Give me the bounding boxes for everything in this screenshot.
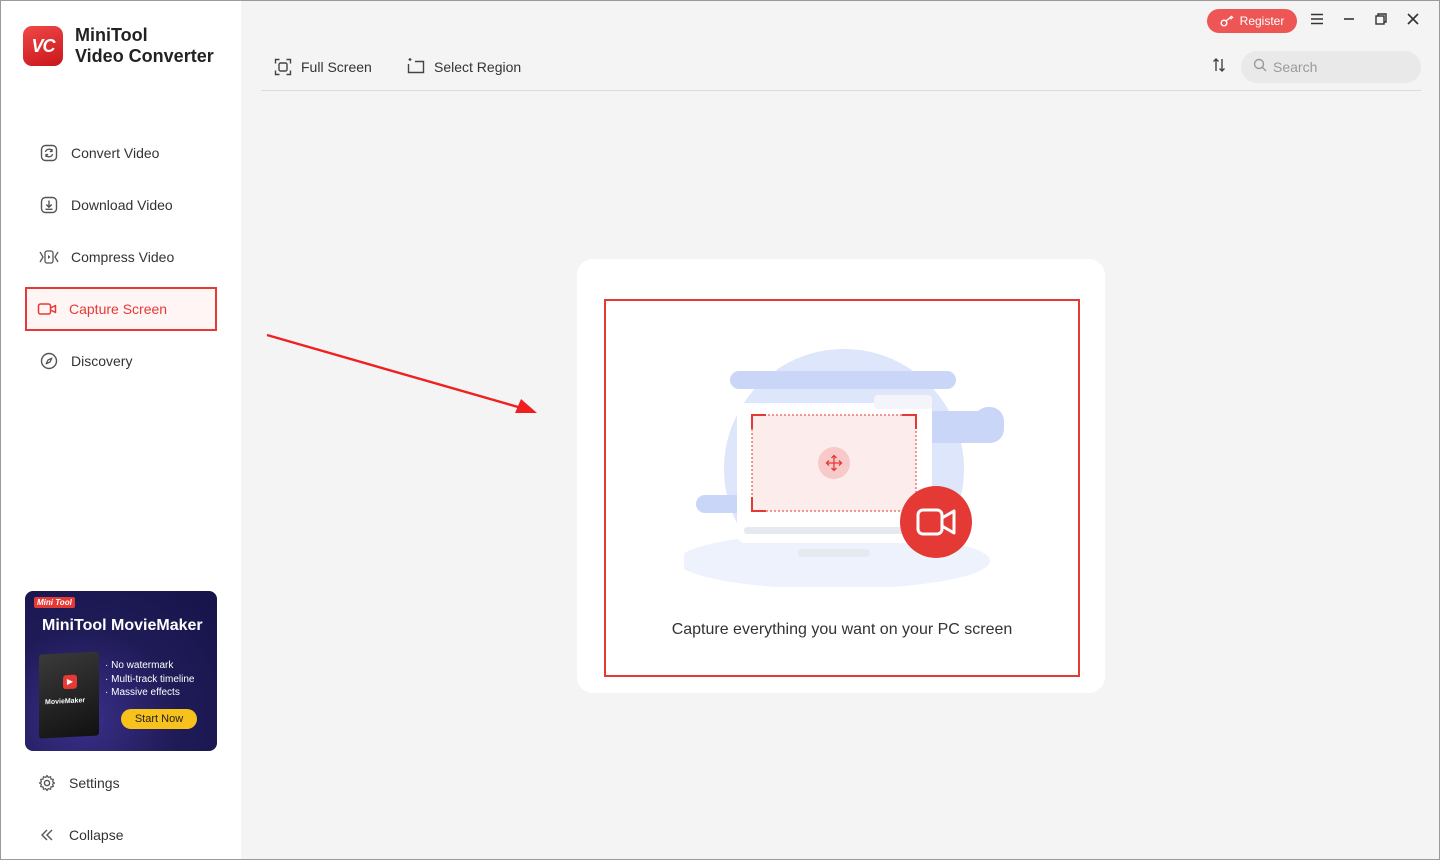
- sidebar-item-convert-video[interactable]: Convert Video: [25, 131, 217, 175]
- double-chevron-left-icon: [37, 825, 57, 845]
- sidebar-nav: Convert Video Download Video Compress Vi…: [25, 131, 217, 391]
- app-window: VC MiniTool Video Converter Convert Vide…: [0, 0, 1440, 860]
- gear-icon: [37, 773, 57, 793]
- capture-illustration: [684, 349, 1004, 587]
- collapse-label: Collapse: [69, 827, 124, 843]
- sort-button[interactable]: [1209, 57, 1229, 77]
- sidebar-item-download-video[interactable]: Download Video: [25, 183, 217, 227]
- app-name: MiniTool Video Converter: [75, 25, 214, 67]
- select-region-button[interactable]: Select Region: [406, 57, 521, 77]
- capture-area[interactable]: Capture everything you want on your PC s…: [604, 299, 1080, 677]
- sidebar-item-label: Download Video: [71, 197, 173, 213]
- sidebar-item-compress-video[interactable]: Compress Video: [25, 235, 217, 279]
- sort-arrows-icon: [1212, 57, 1226, 78]
- app-logo: VC: [23, 26, 63, 66]
- promo-feature: · No watermark: [105, 660, 174, 671]
- fullscreen-icon: [273, 57, 293, 77]
- minimize-button[interactable]: [1339, 11, 1359, 31]
- menu-button[interactable]: [1307, 11, 1327, 31]
- search-box[interactable]: [1241, 51, 1421, 83]
- hamburger-icon: [1310, 12, 1324, 30]
- restore-button[interactable]: [1371, 11, 1391, 31]
- search-input[interactable]: [1273, 59, 1403, 75]
- collapse-button[interactable]: Collapse: [37, 825, 123, 845]
- download-icon: [39, 195, 59, 215]
- convert-icon: [39, 143, 59, 163]
- moviemaker-logo-icon: ▶: [63, 674, 77, 690]
- compress-icon: [39, 247, 59, 267]
- register-label: Register: [1239, 14, 1285, 28]
- product-box-image: ▶ MovieMaker: [39, 651, 99, 739]
- select-region-icon: [406, 57, 426, 77]
- capture-caption: Capture everything you want on your PC s…: [671, 621, 1013, 638]
- promo-banner[interactable]: Mini Tool MiniTool MovieMaker ▶ MovieMak…: [25, 591, 217, 751]
- settings-label: Settings: [69, 775, 120, 791]
- annotation-arrow: [266, 333, 537, 413]
- sidebar-item-capture-screen[interactable]: Capture Screen: [25, 287, 217, 331]
- sidebar-item-discovery[interactable]: Discovery: [25, 339, 217, 383]
- minimize-icon: [1343, 12, 1355, 30]
- promo-feature: · Massive effects: [105, 687, 180, 698]
- capture-card: Capture everything you want on your PC s…: [577, 259, 1105, 693]
- close-button[interactable]: [1403, 11, 1423, 31]
- full-screen-label: Full Screen: [301, 59, 372, 75]
- compass-icon: [39, 351, 59, 371]
- register-button[interactable]: Register: [1207, 9, 1297, 33]
- sidebar: VC MiniTool Video Converter Convert Vide…: [1, 1, 241, 859]
- search-icon: [1253, 58, 1267, 77]
- sidebar-item-label: Compress Video: [71, 249, 175, 265]
- promo-feature: · Multi-track timeline: [105, 673, 195, 685]
- promo-title: MiniTool MovieMaker: [42, 617, 203, 634]
- full-screen-button[interactable]: Full Screen: [273, 57, 372, 77]
- promo-badge: Mini Tool: [34, 597, 75, 608]
- app-name-line2: Video Converter: [75, 46, 214, 66]
- brand: VC MiniTool Video Converter: [23, 25, 214, 67]
- restore-icon: [1375, 12, 1387, 30]
- key-icon: [1220, 15, 1234, 27]
- product-box-label: MovieMaker: [45, 697, 86, 707]
- promo-features: · No watermark · Multi-track timeline · …: [105, 659, 194, 700]
- sidebar-item-label: Convert Video: [71, 145, 160, 161]
- camera-icon: [37, 299, 57, 319]
- close-icon: [1407, 12, 1419, 30]
- sidebar-item-label: Capture Screen: [69, 301, 168, 317]
- toolbar: Full Screen Select Region: [261, 51, 1421, 91]
- select-region-label: Select Region: [434, 59, 522, 75]
- start-now-button[interactable]: Start Now: [121, 709, 197, 729]
- app-name-line1: MiniTool: [75, 25, 148, 45]
- settings-button[interactable]: Settings: [37, 773, 120, 793]
- sidebar-item-label: Discovery: [71, 353, 133, 369]
